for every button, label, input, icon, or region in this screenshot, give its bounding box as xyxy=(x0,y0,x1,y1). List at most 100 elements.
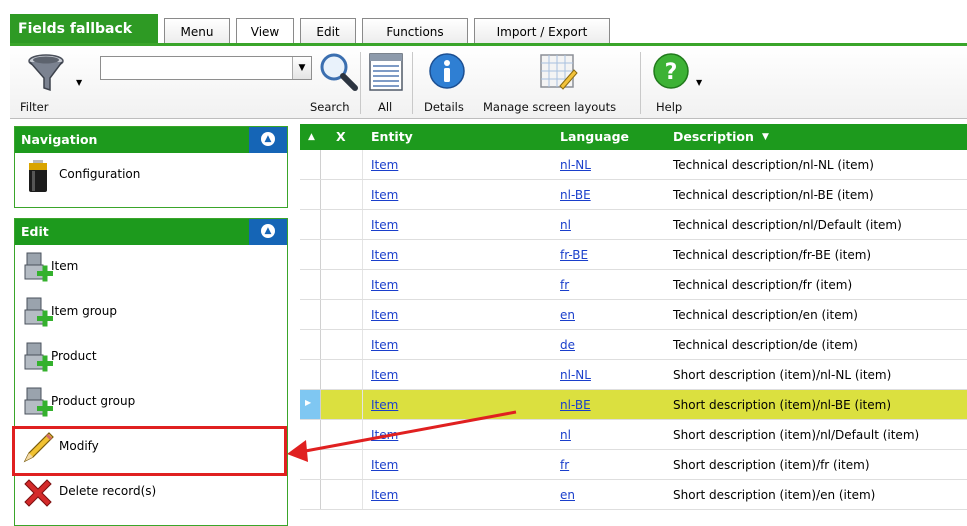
filter-combo[interactable]: ▼ xyxy=(100,56,312,80)
help-label[interactable]: Help xyxy=(656,100,682,114)
cell-language-link[interactable]: fr-BE xyxy=(560,248,588,262)
cell-description: Technical description/nl-BE (item) xyxy=(673,188,874,202)
cell-entity-link[interactable]: Item xyxy=(371,488,398,502)
edit-item-item-group[interactable]: Item group xyxy=(15,290,287,335)
layouts-label[interactable]: Manage screen layouts xyxy=(483,100,616,114)
tab-import-export[interactable]: Import / Export xyxy=(474,18,610,44)
cell-x xyxy=(320,330,363,359)
cell-language-link[interactable]: en xyxy=(560,308,575,322)
cell-language-link[interactable]: en xyxy=(560,488,575,502)
column-header-x[interactable]: X xyxy=(336,124,346,150)
row-selector[interactable] xyxy=(300,300,321,329)
info-icon[interactable] xyxy=(428,52,466,90)
cell-entity-link[interactable]: Item xyxy=(371,338,398,352)
search-label[interactable]: Search xyxy=(310,100,350,114)
cell-entity-link[interactable]: Item xyxy=(371,398,398,412)
row-selector[interactable] xyxy=(300,180,321,209)
column-header-language[interactable]: Language xyxy=(560,124,629,150)
collapse-button[interactable]: ▲ xyxy=(249,127,287,153)
row-selector[interactable] xyxy=(300,270,321,299)
cell-entity-link[interactable]: Item xyxy=(371,368,398,382)
cell-language-link[interactable]: fr xyxy=(560,278,569,292)
cell-language-link[interactable]: de xyxy=(560,338,575,352)
tab-edit[interactable]: Edit xyxy=(300,18,356,44)
tab-functions[interactable]: Functions xyxy=(362,18,468,44)
cell-entity-link[interactable]: Item xyxy=(371,188,398,202)
cell-description: Technical description/en (item) xyxy=(673,308,858,322)
cell-language-link[interactable]: nl xyxy=(560,428,571,442)
sort-down-icon[interactable]: ▼ xyxy=(762,124,769,150)
table-row[interactable]: Item fr-BE Technical description/fr-BE (it… xyxy=(300,240,967,270)
cell-description: Short description (item)/nl-NL (item) xyxy=(673,368,892,382)
cell-description: Technical description/de (item) xyxy=(673,338,858,352)
edit-item-delete-records[interactable]: Delete record(s) xyxy=(15,470,287,515)
column-header-entity[interactable]: Entity xyxy=(371,124,413,150)
table-row[interactable]: Item nl Technical description/nl/Default (… xyxy=(300,210,967,240)
table-row[interactable]: Item nl-NL Technical description/nl-NL (it… xyxy=(300,150,967,180)
row-selector[interactable] xyxy=(300,480,321,509)
cell-x xyxy=(320,390,363,419)
row-selector[interactable] xyxy=(300,210,321,239)
cell-language-link[interactable]: nl xyxy=(560,218,571,232)
row-selector[interactable] xyxy=(300,150,321,179)
cell-entity-link[interactable]: Item xyxy=(371,278,398,292)
table-row[interactable]: Item en Short description (item)/en (item) xyxy=(300,480,967,510)
filter-icon[interactable] xyxy=(26,52,70,92)
cell-language-link[interactable]: nl-NL xyxy=(560,368,591,382)
row-selector[interactable] xyxy=(300,240,321,269)
table-row[interactable]: Item nl-NL Short description (item)/nl-NL … xyxy=(300,360,967,390)
app-title: Fields fallback xyxy=(10,14,158,44)
table-row[interactable]: Item fr Short description (item)/fr (item) xyxy=(300,450,967,480)
edit-item-product[interactable]: Product xyxy=(15,335,287,380)
row-selector[interactable]: ▶ xyxy=(300,390,321,419)
sort-up-icon[interactable]: ▲ xyxy=(308,124,315,150)
table-row[interactable]: ▶ Item nl-BE Short description (item)/nl-BE… xyxy=(300,390,967,420)
cell-entity-link[interactable]: Item xyxy=(371,458,398,472)
chevron-down-icon[interactable]: ▼ xyxy=(292,57,311,79)
data-grid: ▲ X Entity Language Description ▼ Item nl… xyxy=(300,124,967,524)
search-icon[interactable] xyxy=(316,50,360,94)
all-label[interactable]: All xyxy=(378,100,392,114)
toolbar-separator xyxy=(360,52,361,114)
battery-icon xyxy=(21,159,55,193)
cell-language-link[interactable]: nl-BE xyxy=(560,188,591,202)
cell-language-link[interactable]: nl-BE xyxy=(560,398,591,412)
nav-item-configuration[interactable]: Configuration xyxy=(15,153,287,198)
edit-item-product-group[interactable]: Product group xyxy=(15,380,287,425)
tab-view[interactable]: View xyxy=(236,18,294,45)
cell-x xyxy=(320,480,363,509)
cell-entity-link[interactable]: Item xyxy=(371,308,398,322)
table-row[interactable]: Item nl-BE Technical description/nl-BE (it… xyxy=(300,180,967,210)
filter-dropdown-icon[interactable]: ▼ xyxy=(76,78,82,87)
toolbar-separator xyxy=(412,52,413,114)
help-dropdown-icon[interactable]: ▼ xyxy=(696,78,702,87)
cell-entity-link[interactable]: Item xyxy=(371,218,398,232)
details-label[interactable]: Details xyxy=(424,100,464,114)
cell-language-link[interactable]: fr xyxy=(560,458,569,472)
help-icon[interactable]: ? xyxy=(652,52,690,90)
table-row[interactable]: Item de Technical description/de (item) xyxy=(300,330,967,360)
cell-x xyxy=(320,150,363,179)
robot-add-icon xyxy=(21,386,55,420)
edit-item-item[interactable]: Item xyxy=(15,245,287,290)
table-row[interactable]: Item nl Short description (item)/nl/Defaul… xyxy=(300,420,967,450)
row-selector[interactable] xyxy=(300,450,321,479)
edit-item-label: Item xyxy=(51,259,79,273)
toolbar: ▼ Filter ▼ Search All Details Manage scr… xyxy=(10,46,967,119)
collapse-button[interactable]: ▲ xyxy=(249,219,287,245)
table-row[interactable]: Item fr Technical description/fr (item) xyxy=(300,270,967,300)
row-selector[interactable] xyxy=(300,330,321,359)
tab-menu[interactable]: Menu xyxy=(164,18,230,44)
row-selector[interactable] xyxy=(300,360,321,389)
cell-entity-link[interactable]: Item xyxy=(371,248,398,262)
layouts-icon[interactable] xyxy=(538,52,578,92)
table-row[interactable]: Item en Technical description/en (item) xyxy=(300,300,967,330)
column-header-description[interactable]: Description xyxy=(673,124,754,150)
cell-description: Technical description/fr (item) xyxy=(673,278,853,292)
cell-entity-link[interactable]: Item xyxy=(371,158,398,172)
row-selector[interactable] xyxy=(300,420,321,449)
cell-entity-link[interactable]: Item xyxy=(371,428,398,442)
cell-language-link[interactable]: nl-NL xyxy=(560,158,591,172)
robot-add-icon xyxy=(21,251,55,285)
all-list-icon[interactable] xyxy=(368,52,404,92)
